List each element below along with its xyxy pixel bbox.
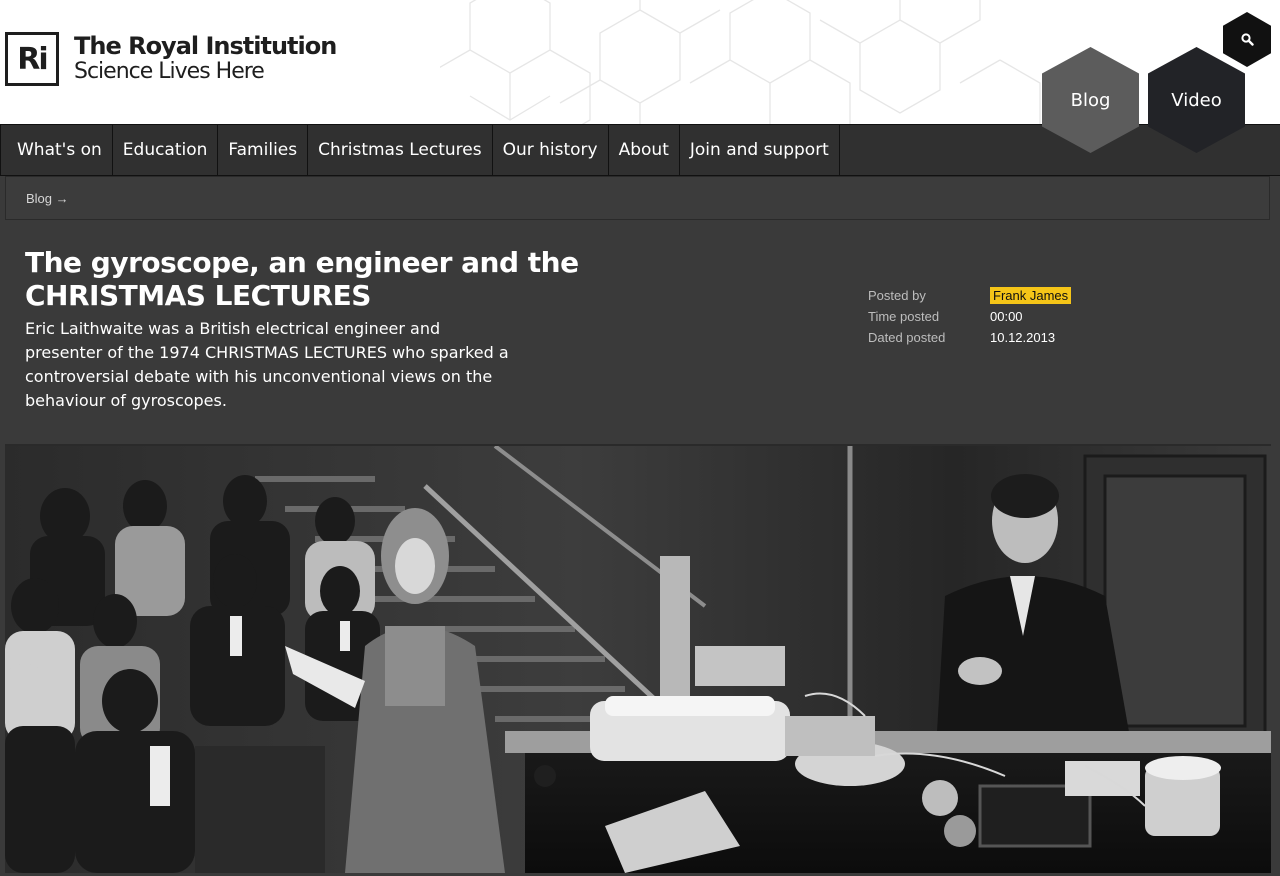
author-link[interactable]: Frank James [990,287,1072,304]
nav-item-about[interactable]: About [609,125,680,175]
logo-mark: Ri [5,32,59,86]
posted-by-label: Posted by [868,288,926,303]
nav-item-whats-on[interactable]: What's on [0,125,113,175]
post-meta: Posted by Frank James Time posted 00:00 … [868,285,1108,348]
meta-row-date: Dated posted 10.12.2013 [868,327,1108,348]
meta-row-time: Time posted 00:00 [868,306,1108,327]
meta-row-posted-by: Posted by Frank James [868,285,1108,306]
article-title-line-2: CHRISTMAS LECTURES [25,279,371,312]
hero-photo [5,444,1271,873]
article-title: The gyroscope, an engineer and the CHRIS… [25,246,585,312]
date-posted-label: Dated posted [868,330,946,345]
nav-item-christmas-lectures[interactable]: Christmas Lectures [308,125,493,175]
site-logo[interactable]: Ri The Royal Institution Science Lives H… [5,32,337,86]
article-summary: Eric Laithwaite was a British electrical… [25,319,509,410]
site-tagline: Science Lives Here [74,59,265,84]
lecture-theatre-photo [5,446,1271,873]
time-posted-label: Time posted [868,309,940,324]
date-posted-value: 10.12.2013 [990,330,1056,345]
breadcrumb-bar: Blog → [5,176,1270,220]
article-title-line-1: The gyroscope, an engineer and the [25,246,579,279]
search-icon [1240,33,1254,46]
nav-item-our-history[interactable]: Our history [493,125,609,175]
time-posted-value: 00:00 [990,309,1023,324]
nav-item-families[interactable]: Families [218,125,309,175]
breadcrumb-blog-link[interactable]: Blog → [26,191,69,206]
nav-item-education[interactable]: Education [113,125,219,175]
logo-text: The Royal Institution Science Lives Here [74,32,337,85]
nav-item-join-and-support[interactable]: Join and support [680,125,840,175]
site-name: The Royal Institution [74,32,337,60]
